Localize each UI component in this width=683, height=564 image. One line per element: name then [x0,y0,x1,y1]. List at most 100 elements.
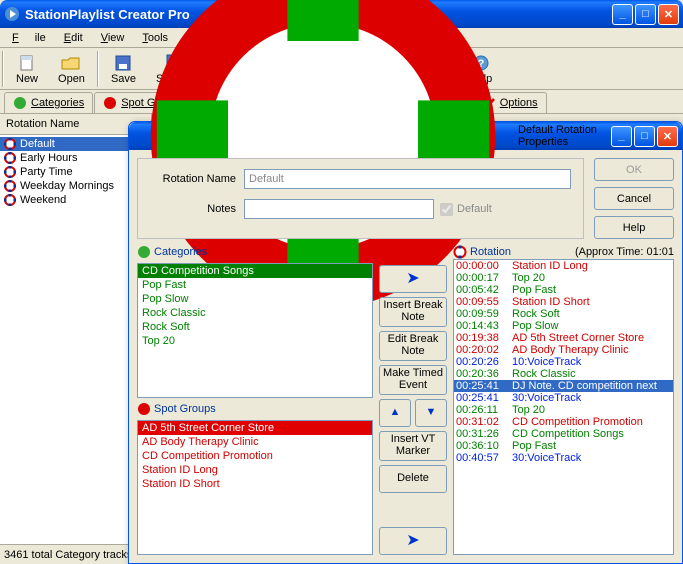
rotation-row-time: 00:25:41 [456,392,512,404]
notes-input[interactable] [244,199,434,219]
move-down-button[interactable]: ▼ [415,399,447,427]
rotation-row-time: 00:00:00 [456,260,512,272]
rotation-row-name: 30:VoiceTrack [512,392,581,404]
rotation-row[interactable]: 00:20:36Rock Classic [454,368,673,380]
rotation-row-time: 00:36:10 [456,440,512,452]
spot-group-item[interactable]: AD 5th Street Corner Store [138,421,372,435]
spot-groups-listbox[interactable]: AD 5th Street Corner StoreAD Body Therap… [137,420,373,555]
tool-new[interactable]: New [6,51,48,87]
rotation-row-name: Station ID Short [512,296,590,308]
open-icon [61,53,81,73]
category-item[interactable]: Pop Fast [138,278,372,292]
rotation-row-time: 00:40:57 [456,452,512,464]
spot-group-item[interactable]: AD Body Therapy Clinic [138,435,372,449]
default-checkbox[interactable] [440,203,453,216]
rotation-row-name: Pop Slow [512,320,558,332]
rotation-row[interactable]: 00:31:26CD Competition Songs [454,428,673,440]
spot-groups-icon [137,402,151,416]
rotation-row-name: Pop Fast [512,440,556,452]
rotation-row[interactable]: 00:09:55Station ID Short [454,296,673,308]
categories-icon [137,245,151,259]
rotation-row-name: Rock Soft [512,308,560,320]
rotation-row-name: CD Competition Promotion [512,416,643,428]
notes-label: Notes [150,203,244,215]
category-item[interactable]: CD Competition Songs [138,264,372,278]
app-icon [4,6,20,22]
insert-vt-marker-button[interactable]: Insert VT Marker [379,431,447,461]
menu-file[interactable]: File [4,30,54,46]
rotation-row-name: 10:VoiceTrack [512,356,581,368]
move-up-button[interactable]: ▲ [379,399,411,427]
rotation-row-name: Station ID Long [512,260,588,272]
edit-break-note-button[interactable]: Edit Break Note [379,331,447,361]
rotation-item-label: Weekend [20,194,66,206]
spot-group-item[interactable]: Station ID Long [138,463,372,477]
categories-listbox[interactable]: CD Competition SongsPop FastPop SlowRock… [137,263,373,398]
tool-open[interactable]: Open [48,51,95,87]
mid-buttons: ➤ Insert Break Note Edit Break Note Make… [379,245,447,555]
rotation-row-name: DJ Note. CD competition next [512,380,657,392]
menu-edit[interactable]: Edit [56,30,91,46]
insert-category-button[interactable]: ➤ [379,265,447,293]
help-button[interactable]: Help [594,216,674,239]
rotation-row-name: Rock Classic [512,368,576,380]
dialog-maximize-button[interactable]: □ [634,126,655,147]
rotation-row[interactable]: 00:00:00Station ID Long [454,260,673,272]
minimize-button[interactable]: _ [612,4,633,25]
rotation-row[interactable]: 00:20:2610:VoiceTrack [454,356,673,368]
rotation-row[interactable]: 00:40:5730:VoiceTrack [454,452,673,464]
rotation-row-time: 00:14:43 [456,320,512,332]
rotation-name-input[interactable] [244,169,571,189]
maximize-button[interactable]: □ [635,4,656,25]
rotation-properties-dialog: Default Rotation Properties _ □ ✕ Rotati… [128,121,683,564]
rotation-row[interactable]: 00:00:17Top 20 [454,272,673,284]
rotation-row-time: 00:25:41 [456,380,512,392]
rotation-row[interactable]: 00:19:38AD 5th Street Corner Store [454,332,673,344]
dialog-minimize-button[interactable]: _ [611,126,632,147]
spot-group-item[interactable]: CD Competition Promotion [138,449,372,463]
spot-group-item[interactable]: Station ID Short [138,477,372,491]
category-item[interactable]: Rock Soft [138,320,372,334]
rotation-row-time: 00:09:59 [456,308,512,320]
rotation-row[interactable]: 00:31:02CD Competition Promotion [454,416,673,428]
rotation-item-label: Default [20,138,55,150]
dialog-title: Default Rotation Properties [518,124,611,148]
tab-categories[interactable]: Categories [4,92,93,113]
rotation-item-label: Weekday Mornings [20,180,114,192]
rotation-item-label: Party Time [20,166,73,178]
close-button[interactable]: ✕ [658,4,679,25]
rotation-row[interactable]: 00:20:02AD Body Therapy Clinic [454,344,673,356]
dialog-titlebar: Default Rotation Properties _ □ ✕ [129,122,682,150]
rotation-item-icon [4,138,16,150]
cancel-button[interactable]: Cancel [594,187,674,210]
default-checkbox-label: Default [440,203,534,216]
rotation-row-time: 00:05:42 [456,284,512,296]
rotation-row-name: Pop Fast [512,284,556,296]
rotation-item-label: Early Hours [20,152,77,164]
make-timed-event-button[interactable]: Make Timed Event [379,365,447,395]
rotation-grid[interactable]: 00:00:00Station ID Long00:00:17Top 2000:… [453,259,674,555]
rotation-row[interactable]: 00:25:41DJ Note. CD competition next [454,380,673,392]
rotation-row[interactable]: 00:05:42Pop Fast [454,284,673,296]
category-item[interactable]: Rock Classic [138,306,372,320]
category-item[interactable]: Pop Slow [138,292,372,306]
rotation-row[interactable]: 00:36:10Pop Fast [454,440,673,452]
rotation-row-time: 00:09:55 [456,296,512,308]
rotation-row-name: AD 5th Street Corner Store [512,332,644,344]
rotation-row[interactable]: 00:25:4130:VoiceTrack [454,392,673,404]
rotation-row[interactable]: 00:09:59Rock Soft [454,308,673,320]
insert-break-note-button[interactable]: Insert Break Note [379,297,447,327]
insert-spot-button[interactable]: ➤ [379,527,447,555]
delete-button[interactable]: Delete [379,465,447,493]
rotation-row-time: 00:20:02 [456,344,512,356]
dialog-close-button[interactable]: ✕ [657,126,678,147]
spot-groups-header: Spot Groups [137,402,373,416]
rotation-header: Rotation(Approx Time: 01:01 [453,245,674,259]
rotation-row[interactable]: 00:26:11Top 20 [454,404,673,416]
category-item[interactable]: Top 20 [138,334,372,348]
menu-view[interactable]: View [93,30,133,46]
status-text: 3461 total Category tracks [4,549,132,561]
rotation-row-time: 00:26:11 [456,404,512,416]
rotation-row[interactable]: 00:14:43Pop Slow [454,320,673,332]
ok-button[interactable]: OK [594,158,674,181]
